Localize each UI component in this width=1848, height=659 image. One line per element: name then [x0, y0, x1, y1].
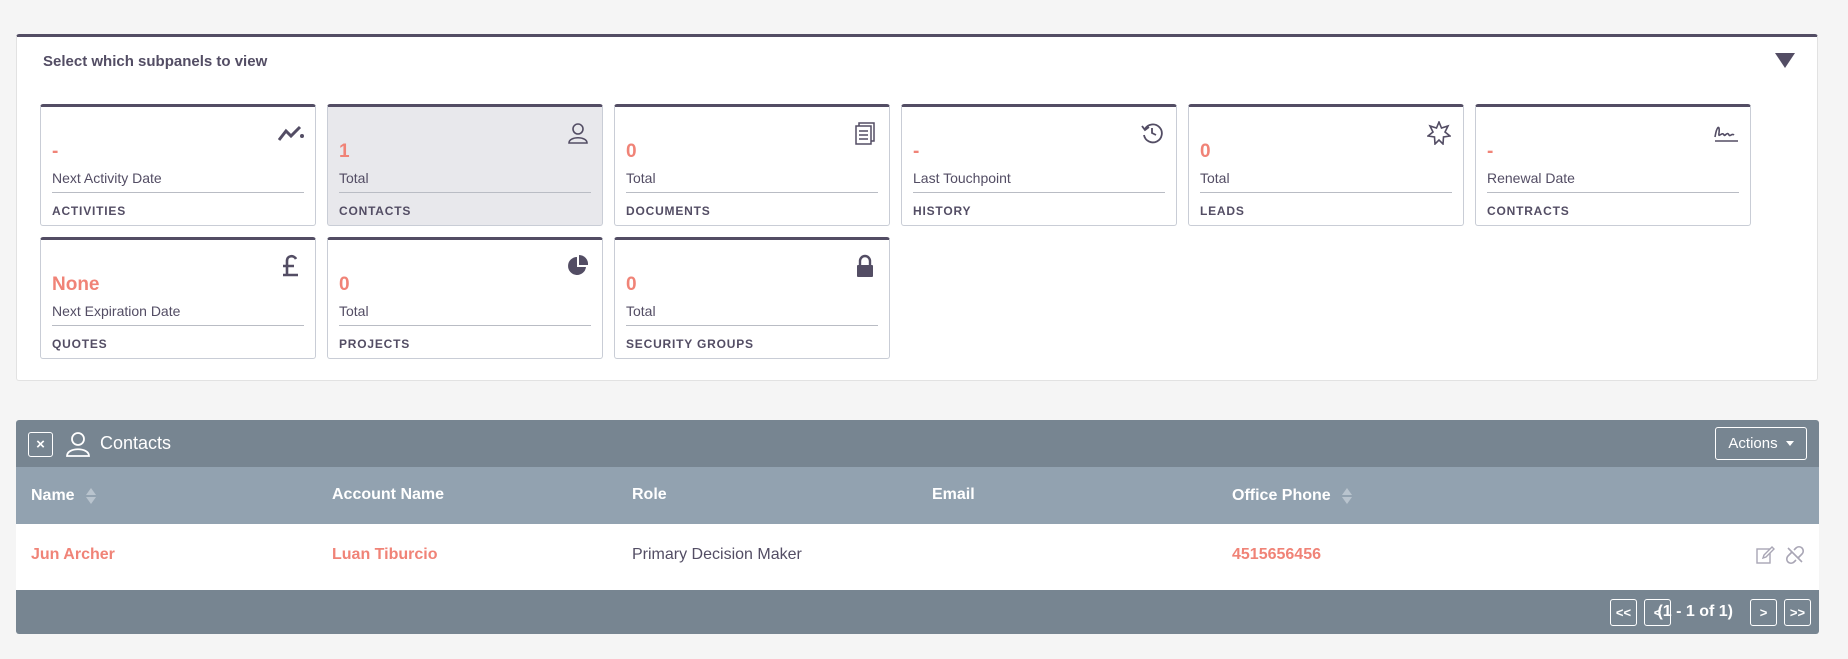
tile-divider: [1200, 192, 1452, 193]
tile-projects[interactable]: 0 Total PROJECTS: [327, 237, 603, 359]
person-icon: [64, 430, 92, 458]
edit-icon[interactable]: [1755, 545, 1777, 567]
history-icon: [1138, 119, 1166, 147]
person-icon: [564, 119, 592, 147]
tile-divider: [52, 325, 304, 326]
tile-value: None: [52, 274, 100, 295]
page-count: (1 - 1 of 1): [1657, 603, 1733, 620]
tile-divider: [52, 192, 304, 193]
tile-name: DOCUMENTS: [626, 204, 711, 218]
tile-divider: [913, 192, 1165, 193]
tile-value: 1: [339, 141, 350, 162]
tile-value: -: [1487, 141, 1494, 162]
tile-label: Last Touchpoint: [913, 170, 1011, 186]
account-name-link[interactable]: Luan Tiburcio: [332, 546, 437, 564]
last-page-button[interactable]: >>: [1784, 599, 1811, 626]
tile-activities[interactable]: - Next Activity Date ACTIVITIES: [40, 104, 316, 226]
tile-name: HISTORY: [913, 204, 972, 218]
tile-quotes[interactable]: None Next Expiration Date QUOTES: [40, 237, 316, 359]
next-page-button[interactable]: >: [1750, 599, 1777, 626]
tile-leads[interactable]: 0 Total LEADS: [1188, 104, 1464, 226]
tile-divider: [1487, 192, 1739, 193]
column-header-role: Role: [632, 486, 667, 504]
collapse-triangle-icon[interactable]: [1775, 53, 1795, 68]
tile-label: Total: [1200, 170, 1230, 186]
tile-label: Total: [626, 170, 656, 186]
column-header-office-phone[interactable]: Office Phone: [1232, 486, 1353, 506]
caret-down-icon: [1785, 441, 1794, 446]
tile-label: Total: [339, 303, 369, 319]
badge-star-icon: [1425, 119, 1453, 147]
document-icon: [851, 119, 879, 147]
column-header-label: Role: [632, 486, 667, 503]
tile-name: PROJECTS: [339, 337, 411, 351]
tile-contracts[interactable]: - Renewal Date CONTRACTS: [1475, 104, 1751, 226]
tile-history[interactable]: - Last Touchpoint HISTORY: [901, 104, 1177, 226]
first-page-button[interactable]: <<: [1610, 599, 1637, 626]
tile-label: Total: [339, 170, 369, 186]
office-phone-link[interactable]: 4515656456: [1232, 546, 1321, 564]
tile-divider: [339, 192, 591, 193]
close-subpanel-button[interactable]: ×: [28, 432, 53, 457]
lock-icon: [851, 252, 879, 280]
tile-divider: [339, 325, 591, 326]
sort-icon[interactable]: [85, 486, 97, 506]
tile-name: CONTACTS: [339, 204, 412, 218]
pie-chart-icon: [564, 252, 592, 280]
tile-name: CONTRACTS: [1487, 204, 1570, 218]
tile-value: 0: [339, 274, 350, 295]
tile-label: Total: [626, 303, 656, 319]
tile-divider: [626, 325, 878, 326]
signature-icon: [1712, 119, 1740, 147]
tile-value: 0: [626, 141, 637, 162]
unlink-icon[interactable]: [1785, 545, 1807, 567]
actions-dropdown-button[interactable]: Actions: [1715, 427, 1807, 460]
pound-sign-icon: [277, 252, 305, 280]
row-actions: [1755, 545, 1807, 567]
column-header-account-name: Account Name: [332, 486, 444, 504]
actions-label: Actions: [1728, 435, 1778, 452]
column-header-label: Name: [31, 487, 75, 504]
sort-icon[interactable]: [1341, 486, 1353, 506]
tile-value: -: [52, 141, 59, 162]
tile-value: 0: [626, 274, 637, 295]
column-header-label: Office Phone: [1232, 487, 1331, 504]
tile-divider: [626, 192, 878, 193]
tile-documents[interactable]: 0 Total DOCUMENTS: [614, 104, 890, 226]
pagination-bar: << < (1 - 1 of 1) > >>: [16, 590, 1819, 634]
tile-label: Next Expiration Date: [52, 303, 181, 319]
contacts-header: × Contacts Actions: [16, 420, 1819, 467]
tile-name: QUOTES: [52, 337, 108, 351]
tile-value: -: [913, 141, 920, 162]
tile-security-groups[interactable]: 0 Total SECURITY GROUPS: [614, 237, 890, 359]
column-header-label: Account Name: [332, 486, 445, 503]
tile-value: 0: [1200, 141, 1211, 162]
tile-name: LEADS: [1200, 204, 1245, 218]
subpanel-selector-panel: Select which subpanels to view - Next Ac…: [16, 34, 1818, 381]
column-header-email: Email: [932, 486, 975, 504]
role-cell: Primary Decision Maker: [632, 546, 802, 563]
column-header-label: Email: [932, 486, 975, 503]
subpanel-selector-title: Select which subpanels to view: [43, 53, 268, 70]
contacts-title: Contacts: [100, 433, 172, 453]
contact-name-link[interactable]: Jun Archer: [31, 546, 115, 564]
tile-label: Next Activity Date: [52, 170, 162, 186]
tile-contacts[interactable]: 1 Total CONTACTS: [327, 104, 603, 226]
tile-label: Renewal Date: [1487, 170, 1575, 186]
column-header-name[interactable]: Name: [31, 486, 97, 506]
activity-trend-icon: [277, 119, 305, 147]
tile-name: SECURITY GROUPS: [626, 337, 754, 351]
column-header-row: Name Account Name Role Email Office Phon…: [16, 467, 1819, 524]
table-row: Jun Archer Luan Tiburcio Primary Decisio…: [16, 524, 1819, 590]
contacts-subpanel: × Contacts Actions Name Account Name Rol…: [16, 420, 1819, 634]
tile-name: ACTIVITIES: [52, 204, 127, 218]
